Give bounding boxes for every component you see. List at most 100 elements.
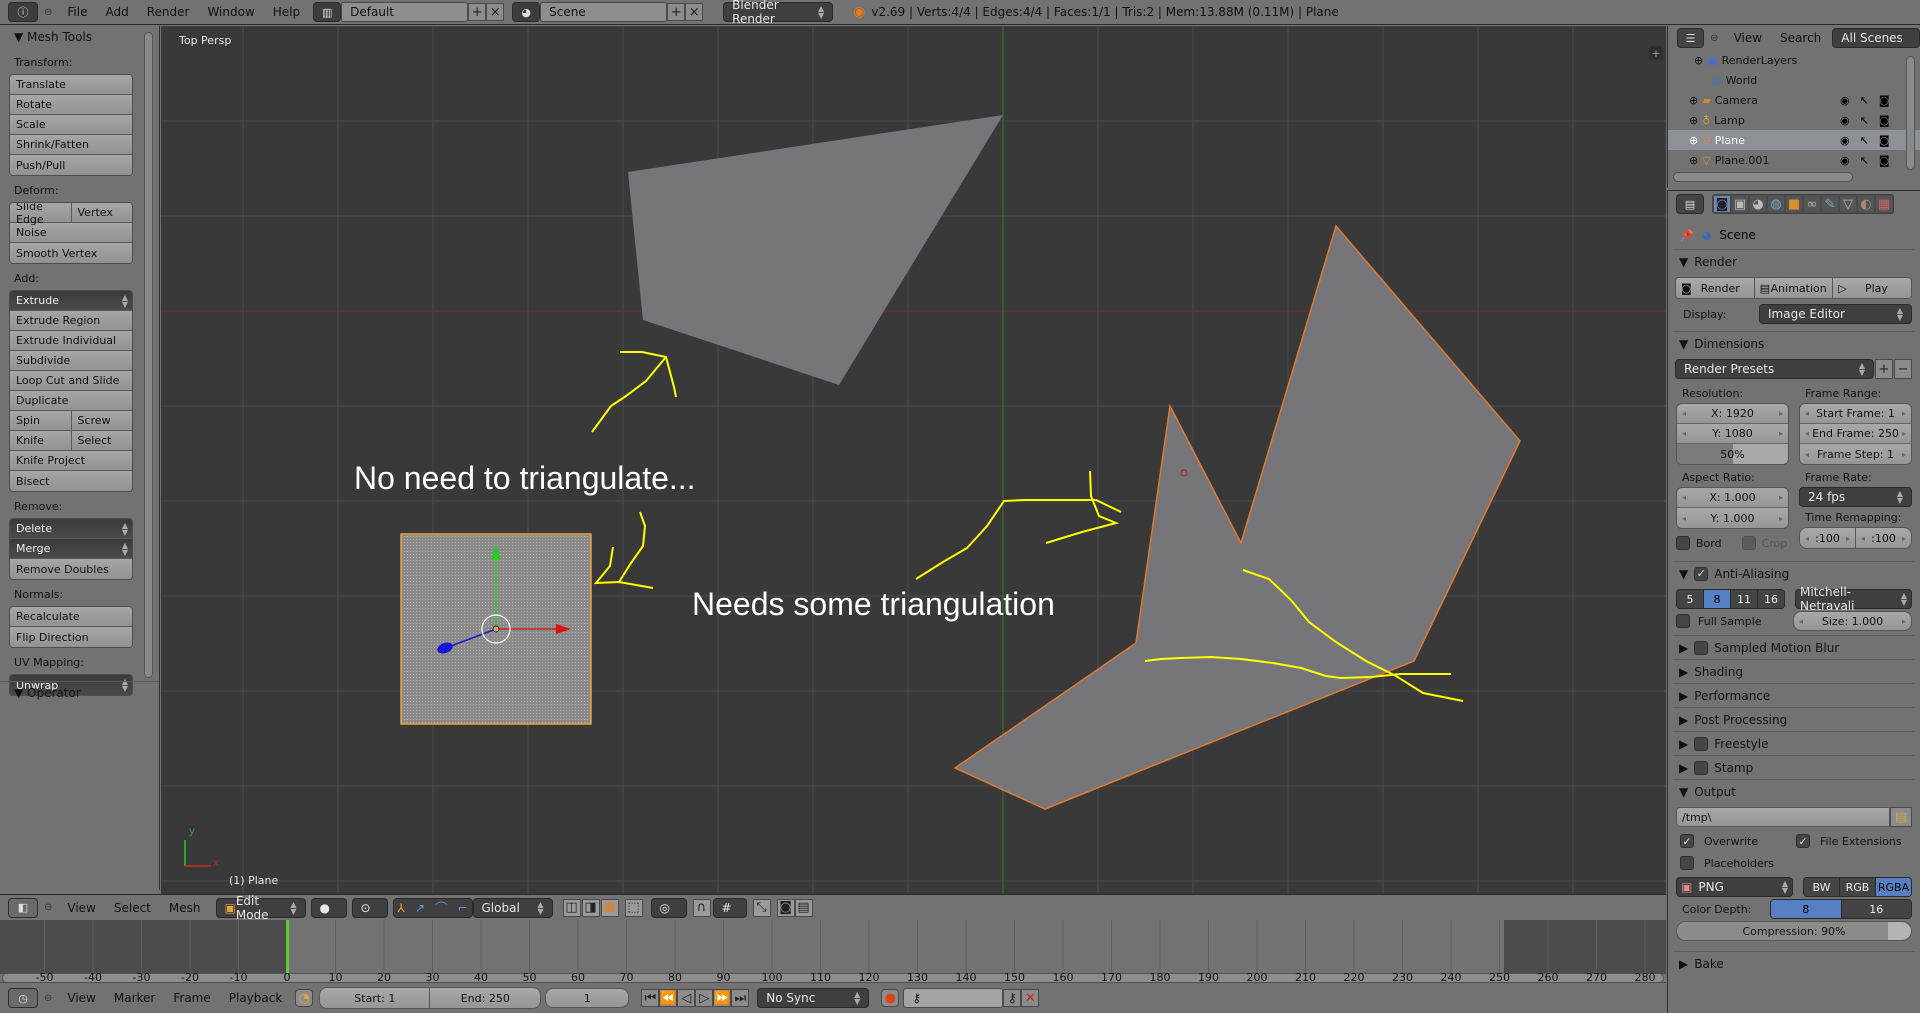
- sampled-motion-blur-panel-header[interactable]: ▶ Sampled Motion Blur: [1673, 635, 1915, 659]
- decrement-arrow-icon[interactable]: ◂: [1805, 429, 1809, 438]
- selectable-cursor-icon[interactable]: ↖: [1860, 154, 1869, 167]
- tab-modifiers[interactable]: ✎: [1821, 195, 1839, 213]
- add-scene-button[interactable]: +: [667, 3, 686, 21]
- increment-arrow-icon[interactable]: ▸: [1779, 514, 1783, 523]
- increment-arrow-icon[interactable]: ▸: [1846, 534, 1850, 543]
- recalculate-button[interactable]: Recalculate: [10, 607, 132, 627]
- 3d-viewport[interactable]: Top Persp y x (1) Plane No need to trian…: [161, 26, 1666, 894]
- opengl-render-image-button[interactable]: ◙: [776, 898, 795, 917]
- knife-select-button[interactable]: Select: [72, 431, 133, 450]
- collapse-menu-icon[interactable]: ⊖: [44, 7, 52, 18]
- increment-arrow-icon[interactable]: ▸: [1779, 409, 1783, 418]
- viewport-shading-dropdown[interactable]: ●: [310, 897, 347, 918]
- renderable-camera-icon[interactable]: ◙: [1879, 94, 1890, 107]
- mode-dropdown[interactable]: ▣ Edit Mode ▲ ▼: [215, 894, 306, 922]
- menu-render[interactable]: Render: [138, 5, 199, 19]
- editor-type-3d-button[interactable]: ◧: [8, 897, 38, 918]
- overwrite-checkbox[interactable]: ✓: [1680, 834, 1694, 848]
- jump-end-button[interactable]: ⏭: [731, 989, 750, 1007]
- stamp-checkbox[interactable]: [1694, 760, 1709, 775]
- aspect-x-field[interactable]: ◂ X: 1.000 ▸: [1677, 488, 1788, 508]
- outliner-item-world[interactable]: ◍ World: [1668, 70, 1920, 90]
- expand-icon[interactable]: ⊕: [1689, 94, 1698, 107]
- editor-type-properties-button[interactable]: ▤: [1676, 194, 1704, 214]
- aa-samples-8[interactable]: 8: [1704, 590, 1731, 608]
- remap-new-field[interactable]: ◂:100 ▸: [1856, 528, 1911, 548]
- tab-render[interactable]: ◙: [1713, 195, 1731, 213]
- visibility-eye-icon[interactable]: ◉: [1840, 134, 1850, 147]
- extrude-dropdown[interactable]: Extrude ▲ ▼: [10, 291, 132, 311]
- tab-data[interactable]: ▽: [1839, 195, 1857, 213]
- compression-slider[interactable]: Compression: 90%: [1676, 921, 1912, 941]
- delete-dropdown[interactable]: Delete ▲ ▼: [10, 519, 132, 539]
- aa-samples-5[interactable]: 5: [1677, 590, 1704, 608]
- snap-element-dropdown[interactable]: #: [712, 897, 747, 918]
- subdivide-button[interactable]: Subdivide: [10, 351, 132, 371]
- menu-view[interactable]: View: [1725, 31, 1771, 45]
- renderable-camera-icon[interactable]: ◙: [1879, 154, 1890, 167]
- aa-filter-size-field[interactable]: ◂ Size: 1.000 ▸: [1793, 611, 1912, 631]
- translate-button[interactable]: Translate: [10, 75, 132, 95]
- add-screen-button[interactable]: +: [468, 3, 487, 21]
- merge-dropdown[interactable]: Merge ▲ ▼: [10, 539, 132, 559]
- display-mode-dropdown[interactable]: All Scenes: [1832, 28, 1920, 48]
- spin-button[interactable]: Spin: [10, 411, 72, 430]
- frame-rate-dropdown[interactable]: 24 fps ▲ ▼: [1799, 487, 1912, 507]
- face-select-button[interactable]: ■: [600, 898, 619, 917]
- resolution-x-field[interactable]: ◂ X: 1920 ▸: [1677, 404, 1788, 424]
- browse-folder-button[interactable]: ▤: [1890, 807, 1912, 827]
- limit-selection-button[interactable]: ⬚: [624, 898, 643, 917]
- freestyle-panel-header[interactable]: ▶ Freestyle: [1673, 731, 1915, 755]
- visibility-eye-icon[interactable]: ◉: [1840, 94, 1850, 107]
- color-mode-rgb[interactable]: RGB: [1840, 878, 1876, 896]
- decrement-arrow-icon[interactable]: ◂: [1682, 429, 1686, 438]
- file-extensions-checkbox[interactable]: ✓: [1796, 834, 1810, 848]
- tab-material[interactable]: ◐: [1857, 195, 1875, 213]
- expand-icon[interactable]: ⊕: [1694, 54, 1703, 67]
- stamp-panel-header[interactable]: ▶ Stamp: [1673, 755, 1915, 779]
- menu-file[interactable]: File: [58, 5, 96, 19]
- render-panel-header[interactable]: ▼ Render: [1673, 249, 1915, 273]
- menu-mesh[interactable]: Mesh: [160, 901, 210, 915]
- outliner-item-renderlayers[interactable]: ⊕ ▣ RenderLayers: [1668, 50, 1920, 70]
- next-keyframe-button[interactable]: ⏩: [713, 989, 732, 1007]
- motion-blur-checkbox[interactable]: [1694, 640, 1709, 655]
- render-presets-dropdown[interactable]: Render Presets ▲ ▼: [1675, 359, 1874, 379]
- edge-select-button[interactable]: ◨: [581, 898, 600, 917]
- increment-arrow-icon[interactable]: ▸: [1902, 409, 1906, 418]
- file-format-dropdown[interactable]: ▣ PNG ▲ ▼: [1676, 877, 1793, 897]
- expand-icon[interactable]: ⊕: [1689, 114, 1698, 127]
- menu-add[interactable]: Add: [96, 5, 137, 19]
- color-mode-rgba[interactable]: RGBA: [1876, 878, 1911, 896]
- remove-doubles-button[interactable]: Remove Doubles: [10, 559, 132, 579]
- pin-icon[interactable]: 📌: [1680, 229, 1694, 242]
- start-frame-field[interactable]: Start: 1: [320, 988, 431, 1008]
- expand-icon[interactable]: ⊕: [1689, 134, 1698, 147]
- tab-world[interactable]: ◍: [1767, 195, 1785, 213]
- visibility-eye-icon[interactable]: ◉: [1840, 114, 1850, 127]
- tab-object[interactable]: ■: [1785, 195, 1803, 213]
- transform-orientation-dropdown[interactable]: Global ▲ ▼: [472, 897, 553, 918]
- screen-layout-field[interactable]: Default: [341, 2, 469, 22]
- sync-mode-dropdown[interactable]: No Sync ▲ ▼: [757, 988, 870, 1008]
- render-animation-button[interactable]: ▤ Animation: [1754, 278, 1834, 298]
- slide-edge-button[interactable]: Slide Edge: [10, 203, 72, 226]
- collapse-menu-icon[interactable]: ⊖: [44, 902, 52, 913]
- menu-help[interactable]: Help: [264, 5, 309, 19]
- placeholders-checkbox[interactable]: [1680, 856, 1694, 870]
- bake-panel-header[interactable]: ▶ Bake: [1673, 951, 1915, 975]
- outliner-vscrollbar[interactable]: [1906, 56, 1915, 170]
- increment-arrow-icon[interactable]: ▸: [1902, 450, 1906, 459]
- properties-toggle-plus-icon[interactable]: +: [1649, 46, 1663, 60]
- menu-window[interactable]: Window: [198, 5, 263, 19]
- increment-arrow-icon[interactable]: ▸: [1902, 534, 1906, 543]
- tool-shelf-scrollbar[interactable]: [144, 32, 153, 678]
- frame-step-field[interactable]: ◂ Frame Step: 1 ▸: [1800, 444, 1911, 464]
- increment-arrow-icon[interactable]: ▸: [1779, 429, 1783, 438]
- end-frame-field[interactable]: ◂ End Frame: 250 ▸: [1800, 424, 1911, 444]
- dimensions-panel-header[interactable]: ▼ Dimensions: [1673, 331, 1915, 355]
- menu-search[interactable]: Search: [1771, 31, 1830, 45]
- start-frame-field[interactable]: ◂ Start Frame: 1 ▸: [1800, 404, 1911, 424]
- tab-constraints[interactable]: ∞: [1803, 195, 1821, 213]
- menu-view[interactable]: View: [58, 991, 104, 1005]
